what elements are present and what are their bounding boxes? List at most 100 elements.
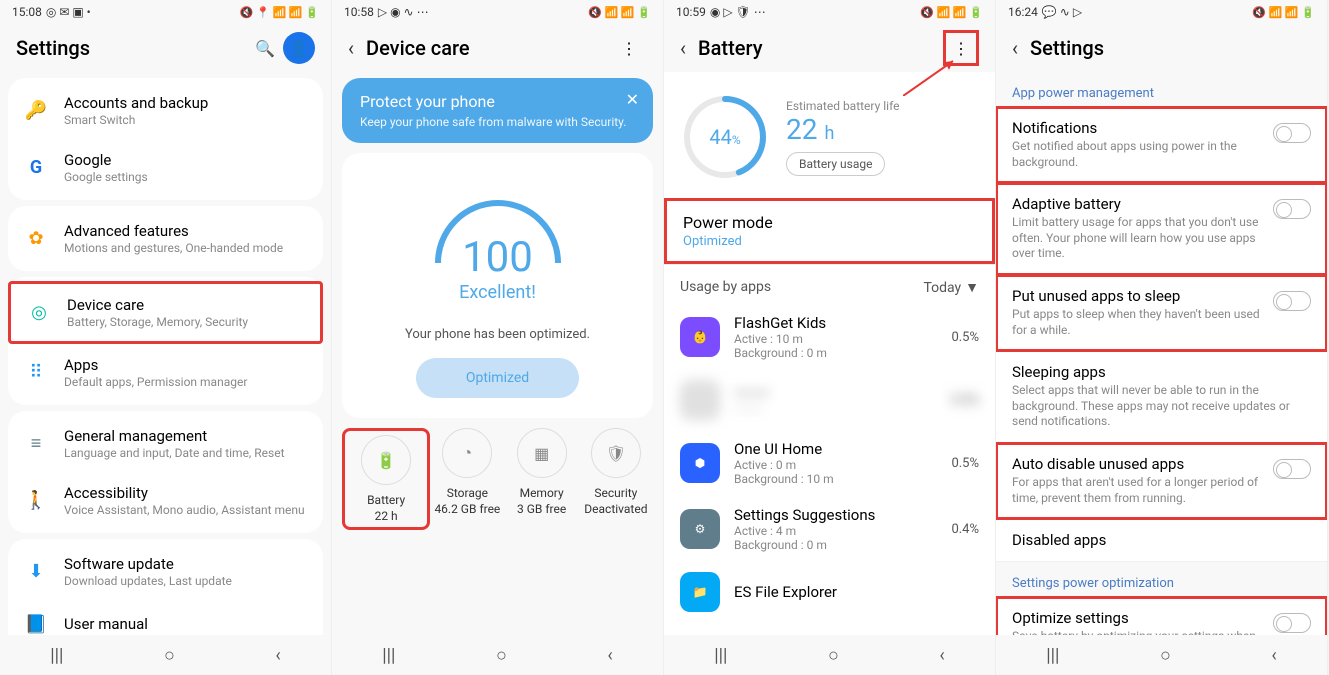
- apps-icon: ⠿: [24, 361, 48, 385]
- nav-back[interactable]: ‹: [919, 637, 964, 674]
- app-row-es-file[interactable]: 📁ES File Explorer: [664, 562, 995, 622]
- care-tiles: 🔋Battery22 h ◔Storage46.2 GB free ▦Memor…: [332, 428, 663, 530]
- settings-item-device-care[interactable]: ◎Device careBattery, Storage, Memory, Se…: [8, 281, 323, 344]
- toggle[interactable]: [1273, 123, 1311, 143]
- app-icon: ⚙: [680, 509, 720, 549]
- nav-home[interactable]: ○: [808, 637, 859, 674]
- nav-back[interactable]: ‹: [587, 637, 632, 674]
- status-bar: 16:24 💬 ∿ ▷ 🔇 📶 📶 🔋: [996, 0, 1327, 24]
- nav-recent[interactable]: |||: [362, 637, 415, 674]
- nav-bar: ||| ○ ‹: [996, 635, 1327, 675]
- nav-bar: ||| ○ ‹: [664, 635, 995, 675]
- power-mode-status: Optimized: [683, 234, 976, 249]
- setting-auto-disable[interactable]: Auto disable unused appsFor apps that ar…: [996, 443, 1327, 519]
- key-icon: 🔑: [24, 99, 48, 123]
- settings-item-accounts[interactable]: 🔑Accounts and backupSmart Switch: [8, 82, 323, 139]
- battery-summary: 44% Estimated battery life 22 h Battery …: [664, 72, 995, 198]
- settings-item-apps[interactable]: ⠿AppsDefault apps, Permission manager: [8, 344, 323, 401]
- nav-recent[interactable]: |||: [1026, 637, 1079, 674]
- app-row-settings-suggestions[interactable]: ⚙Settings SuggestionsActive : 4 mBackgro…: [664, 496, 995, 562]
- back-button[interactable]: ‹: [1012, 36, 1030, 60]
- nav-home[interactable]: ○: [144, 637, 195, 674]
- more-icon[interactable]: ⋮: [943, 30, 979, 66]
- battery-est: 22 h: [786, 113, 979, 146]
- tile-battery[interactable]: 🔋Battery22 h: [342, 428, 430, 530]
- back-button[interactable]: ‹: [680, 36, 698, 60]
- battery-usage-button[interactable]: Battery usage: [786, 152, 885, 176]
- general-icon: ≡: [24, 432, 48, 456]
- period-selector[interactable]: Today ▼: [923, 279, 979, 296]
- settings-item-google[interactable]: GGoogleGoogle settings: [8, 139, 323, 196]
- settings-item-software-update[interactable]: ⬇Software updateDownload updates, Last u…: [8, 543, 323, 600]
- toggle[interactable]: [1273, 199, 1311, 219]
- nav-back[interactable]: ‹: [255, 637, 300, 674]
- toggle[interactable]: [1273, 613, 1311, 633]
- battery-percent: 44%: [709, 125, 740, 149]
- status-time: 16:24: [1008, 5, 1038, 19]
- banner-title: Protect your phone: [360, 92, 635, 111]
- usage-label: Usage by apps: [680, 279, 771, 296]
- status-icons-left: 💬 ∿ ▷: [1042, 5, 1082, 19]
- screen-settings: 15:08◎ ✉ ▣ • 🔇 📍 📶 📶 🔋 Settings 🔍 👤 🔑Acc…: [0, 0, 332, 675]
- section-app-power: App power management: [996, 72, 1327, 107]
- setting-disabled-apps[interactable]: Disabled apps: [996, 519, 1327, 562]
- app-icon: 👶: [680, 317, 720, 357]
- status-icons-right: 🔇 📶 📶 🔋: [920, 6, 983, 19]
- nav-back[interactable]: ‹: [1251, 637, 1296, 674]
- app-row-blurred[interactable]: ——————0.5%: [664, 370, 995, 430]
- power-mode-row[interactable]: Power mode Optimized: [664, 198, 995, 264]
- setting-adaptive-battery[interactable]: Adaptive batteryLimit battery usage for …: [996, 183, 1327, 275]
- status-icons-left: ▷ ◉ ∿ ⋯: [378, 5, 429, 19]
- profile-avatar[interactable]: 👤: [283, 32, 315, 64]
- setting-notifications[interactable]: NotificationsGet notified about apps usi…: [996, 107, 1327, 183]
- status-time: 15:08: [12, 5, 42, 19]
- page-title: Settings: [1030, 36, 1311, 60]
- toggle[interactable]: [1273, 291, 1311, 311]
- settings-item-accessibility[interactable]: 🚶AccessibilityVoice Assistant, Mono audi…: [8, 472, 323, 529]
- accessibility-icon: 🚶: [24, 489, 48, 513]
- update-icon: ⬇: [24, 560, 48, 584]
- score-label: Excellent!: [352, 282, 643, 303]
- header: ‹ Settings: [996, 24, 1327, 72]
- optimization-card: 100 Excellent! Your phone has been optim…: [342, 153, 653, 418]
- status-bar: 10:58▷ ◉ ∿ ⋯ 🔇 📶 📶 🔋: [332, 0, 663, 24]
- setting-unused-sleep[interactable]: Put unused apps to sleepPut apps to slee…: [996, 275, 1327, 351]
- back-button[interactable]: ‹: [348, 36, 366, 60]
- security-banner[interactable]: ✕ Protect your phone Keep your phone saf…: [342, 78, 653, 143]
- nav-recent[interactable]: |||: [694, 637, 747, 674]
- settings-list: 🔑Accounts and backupSmart Switch GGoogle…: [0, 72, 331, 675]
- power-mode-title: Power mode: [683, 213, 976, 232]
- more-icon[interactable]: ⋮: [611, 30, 647, 66]
- nav-home[interactable]: ○: [1140, 637, 1191, 674]
- settings-item-advanced[interactable]: ✿Advanced featuresMotions and gestures, …: [8, 210, 323, 267]
- nav-bar: ||| ○ ‹: [0, 635, 331, 675]
- page-title: Settings: [16, 36, 247, 60]
- tile-security[interactable]: 🛡SecurityDeactivated: [579, 428, 653, 530]
- header: ‹ Device care ⋮: [332, 24, 663, 72]
- nav-recent[interactable]: |||: [30, 637, 83, 674]
- google-icon: G: [24, 156, 48, 180]
- app-row-flashget[interactable]: 👶FlashGet KidsActive : 10 mBackground : …: [664, 304, 995, 370]
- status-icons-right: 🔇 📶 📶 🔋: [1252, 6, 1315, 19]
- device-care-icon: ◎: [27, 301, 51, 325]
- close-icon[interactable]: ✕: [626, 90, 639, 109]
- battery-ring: 44%: [680, 92, 770, 182]
- tile-memory[interactable]: ▦Memory3 GB free: [505, 428, 579, 530]
- optimize-button[interactable]: Optimized: [416, 358, 579, 398]
- toggle[interactable]: [1273, 459, 1311, 479]
- screen-device-care: 10:58▷ ◉ ∿ ⋯ 🔇 📶 📶 🔋 ‹ Device care ⋮ ✕ P…: [332, 0, 664, 675]
- app-icon: ⬢: [680, 443, 720, 483]
- memory-icon: ▦: [517, 428, 567, 478]
- app-icon: 📁: [680, 572, 720, 612]
- battery-icon: 🔋: [361, 435, 411, 485]
- screen-power-settings: 16:24 💬 ∿ ▷ 🔇 📶 📶 🔋 ‹ Settings App power …: [996, 0, 1328, 675]
- usage-header: Usage by apps Today ▼: [664, 264, 995, 304]
- settings-item-general[interactable]: ≡General managementLanguage and input, D…: [8, 415, 323, 472]
- score-value: 100: [352, 233, 643, 282]
- tile-storage[interactable]: ◔Storage46.2 GB free: [430, 428, 504, 530]
- setting-sleeping-apps[interactable]: Sleeping appsSelect apps that will never…: [996, 351, 1327, 443]
- search-icon[interactable]: 🔍: [247, 30, 283, 66]
- nav-home[interactable]: ○: [476, 637, 527, 674]
- app-row-oneui[interactable]: ⬢One UI HomeActive : 0 mBackground : 10 …: [664, 430, 995, 496]
- app-icon: [680, 380, 720, 420]
